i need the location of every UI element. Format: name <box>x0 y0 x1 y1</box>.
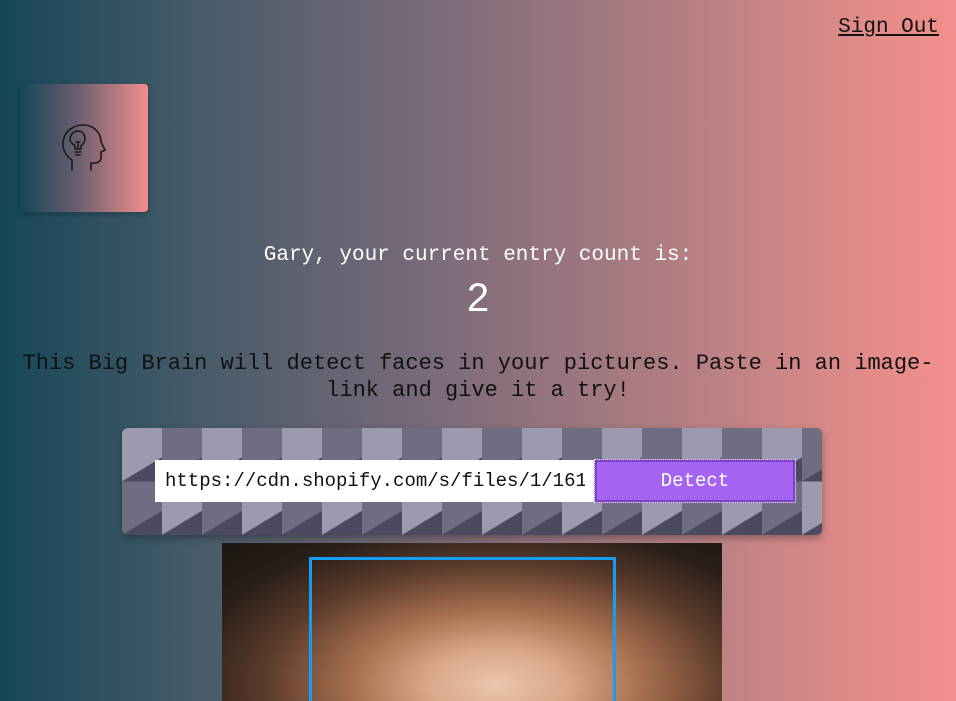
logo[interactable] <box>20 84 148 212</box>
sign-out-link[interactable]: Sign Out <box>838 16 939 39</box>
image-url-input[interactable] <box>155 460 595 502</box>
app-description: This Big Brain will detect faces in your… <box>22 351 934 403</box>
detect-button[interactable]: Detect <box>594 459 796 503</box>
face-detection-image <box>222 543 722 701</box>
entry-count-greeting: Gary, your current entry count is: <box>263 244 693 267</box>
brain-head-icon <box>62 124 106 171</box>
image-link-form: Detect <box>122 428 822 535</box>
entry-count-value: 2 <box>466 276 490 320</box>
face-bounding-box <box>309 557 616 701</box>
